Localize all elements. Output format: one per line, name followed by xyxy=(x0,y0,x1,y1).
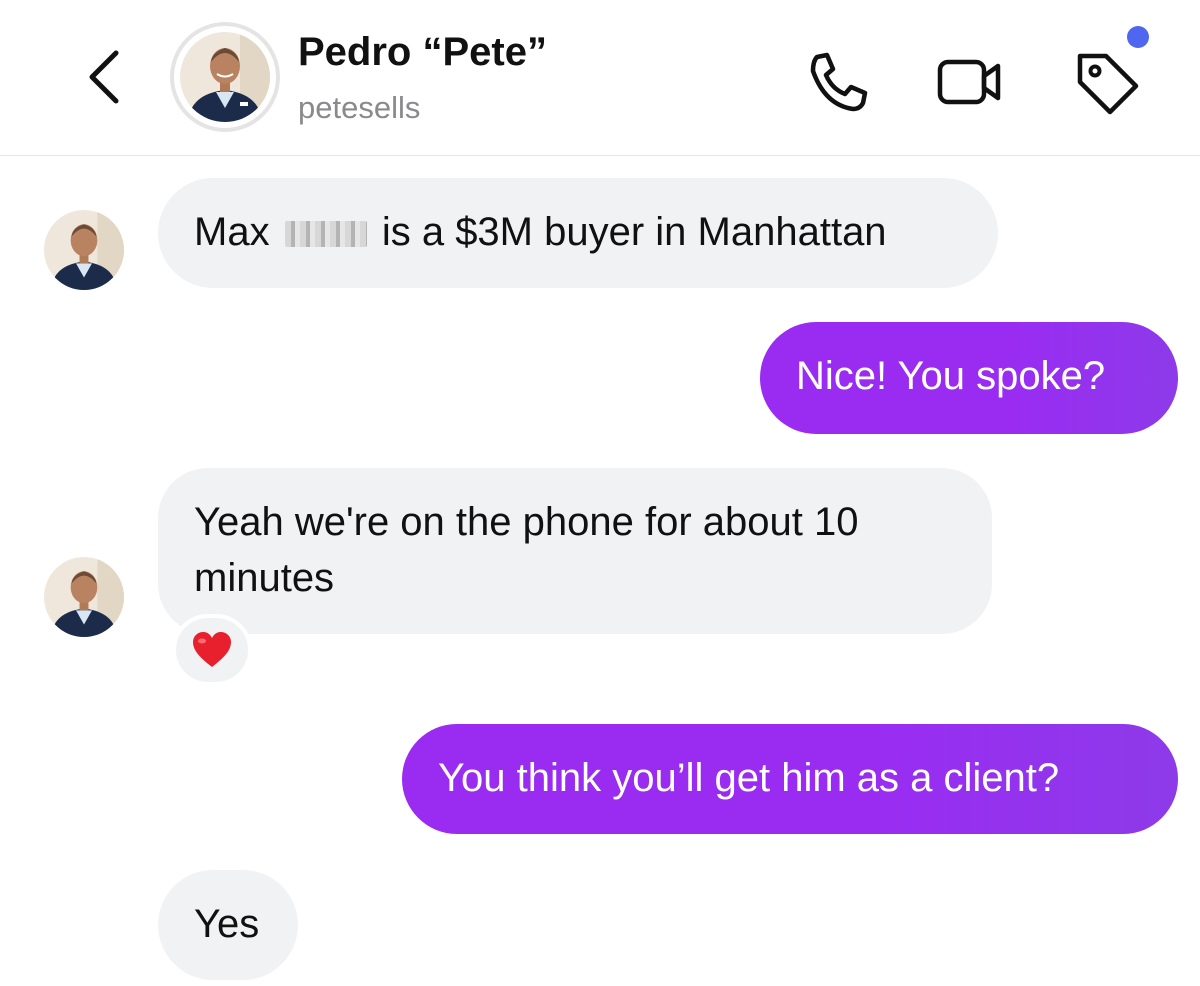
contact-name[interactable]: Pedro “Pete” xyxy=(298,30,547,75)
tag-icon xyxy=(1077,53,1139,115)
profile-photo xyxy=(180,32,270,122)
contact-username: petesells xyxy=(298,90,421,125)
sender-avatar[interactable] xyxy=(44,210,124,290)
message-bubble-incoming[interactable]: Max is a $3M buyer in Manhattan xyxy=(158,178,998,288)
message-text: You think you’ll get him as a client? xyxy=(438,756,1060,800)
contact-avatar[interactable] xyxy=(170,22,280,132)
video-call-button[interactable] xyxy=(932,44,1008,120)
sender-avatar[interactable] xyxy=(44,557,124,637)
profile-photo xyxy=(44,557,124,637)
heart-reaction[interactable] xyxy=(172,614,252,686)
message-text: Nice! You spoke? xyxy=(796,354,1106,398)
heart-icon xyxy=(193,632,231,667)
back-chevron-icon xyxy=(89,50,119,104)
message-bubble-incoming[interactable]: Yes xyxy=(158,870,298,980)
redacted-name xyxy=(284,221,367,248)
message-text: Yeah we're on the phone for about 10 min… xyxy=(194,500,859,600)
tag-button[interactable] xyxy=(1068,44,1144,120)
message-bubble-incoming[interactable]: Yeah we're on the phone for about 10 min… xyxy=(158,468,992,634)
voice-call-button[interactable] xyxy=(800,44,876,120)
notification-dot xyxy=(1127,26,1149,48)
chat-header: Pedro “Pete” petesells xyxy=(0,0,1200,156)
back-button[interactable] xyxy=(74,42,134,112)
message-text: Yes xyxy=(194,902,260,946)
message-bubble-outgoing[interactable]: Nice! You spoke? xyxy=(760,322,1178,434)
video-camera-icon xyxy=(937,59,1001,105)
message-bubble-outgoing[interactable]: You think you’ll get him as a client? xyxy=(402,724,1178,834)
profile-photo xyxy=(44,210,124,290)
phone-icon xyxy=(810,52,868,112)
message-text: is a $3M buyer in Manhattan xyxy=(381,210,887,254)
message-text: Max xyxy=(194,210,270,254)
